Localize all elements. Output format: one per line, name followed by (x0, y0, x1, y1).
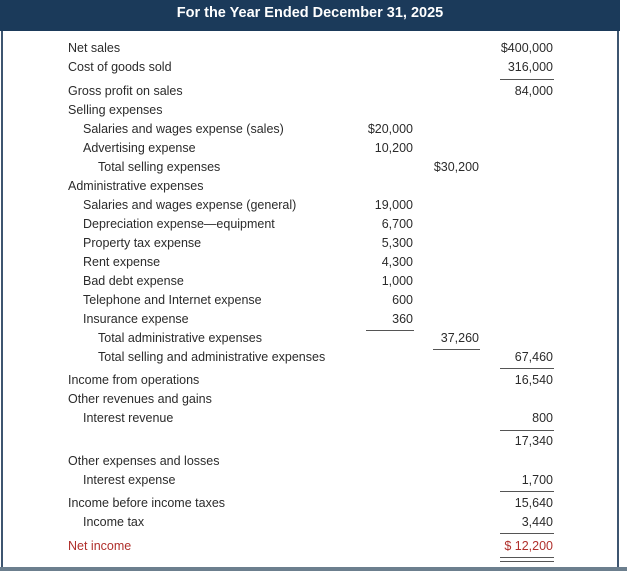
amount-col3: 1,700 (521, 473, 553, 487)
row-label: Gross profit on sales (68, 84, 183, 98)
amount-col3: 15,640 (514, 496, 553, 510)
amount-col1: 19,000 (374, 198, 413, 212)
amount-col1: 6,700 (381, 217, 413, 231)
row-sales-salaries: Salaries and wages expense (sales) $20,0… (0, 120, 620, 139)
row-admin-expenses: Administrative expenses (0, 177, 620, 196)
row-net-income: Net income $ 12,200 (0, 537, 620, 556)
row-label: Salaries and wages expense (general) (83, 198, 297, 212)
row-other-revenues: Other revenues and gains (0, 390, 620, 409)
amount-col1: 360 (392, 312, 413, 326)
row-cogs: Cost of goods sold 316,000 (0, 58, 620, 77)
row-income-tax: Income tax 3,440 (0, 513, 620, 532)
bottom-border (0, 567, 627, 571)
amount-col3: 16,540 (514, 373, 553, 387)
subtotal-rule (500, 491, 554, 492)
amount-col1: 600 (392, 293, 413, 307)
row-total-admin: Total administrative expenses 37,260 (0, 329, 620, 348)
row-property-tax: Property tax expense 5,300 (0, 234, 620, 253)
row-rent: Rent expense 4,300 (0, 253, 620, 272)
row-label: Other expenses and losses (68, 454, 220, 468)
subtotal-rule (500, 533, 554, 534)
row-label: Net sales (68, 41, 121, 55)
row-label: Telephone and Internet expense (83, 293, 262, 307)
row-label: Selling expenses (68, 103, 163, 117)
row-label: Cost of goods sold (68, 60, 172, 74)
amount-col1: 10,200 (374, 141, 413, 155)
row-income-operations: Income from operations 16,540 (0, 371, 620, 390)
subtotal-rule (500, 430, 554, 431)
subtotal-rule (500, 79, 554, 80)
amount-col3: 67,460 (514, 350, 553, 364)
row-label: Insurance expense (83, 312, 189, 326)
row-label: Other revenues and gains (68, 392, 212, 406)
row-label: Bad debt expense (83, 274, 184, 288)
amount-col2: $30,200 (433, 160, 479, 174)
amount-col3: 3,440 (521, 515, 553, 529)
row-interest-expense: Interest expense 1,700 (0, 471, 620, 490)
subtotal-rule (500, 368, 554, 369)
row-label: Net income (68, 539, 132, 553)
row-selling-expenses: Selling expenses (0, 101, 620, 120)
amount-col3: $ 12,200 (504, 539, 553, 553)
row-label: Income before income taxes (68, 496, 226, 510)
double-underline (500, 557, 554, 562)
row-depreciation: Depreciation expense—equipment 6,700 (0, 215, 620, 234)
row-label: Advertising expense (83, 141, 196, 155)
amount-col1: 1,000 (381, 274, 413, 288)
row-label: Property tax expense (83, 236, 202, 250)
period-title: For the Year Ended December 31, 2025 (176, 5, 444, 21)
row-label: Administrative expenses (68, 179, 204, 193)
row-total-sell-admin: Total selling and administrative expense… (0, 348, 620, 367)
row-label: Total administrative expenses (98, 331, 262, 345)
row-other-expenses: Other expenses and losses (0, 452, 620, 471)
statement-header: For the Year Ended December 31, 2025 (0, 0, 620, 31)
row-subtotal-after-revenue: 17,340 (0, 432, 620, 451)
row-label: Income tax (83, 515, 145, 529)
row-bad-debt: Bad debt expense 1,000 (0, 272, 620, 291)
row-net-sales: Net sales $400,000 (0, 39, 620, 58)
amount-col1: 5,300 (381, 236, 413, 250)
row-income-before-tax: Income before income taxes 15,640 (0, 494, 620, 513)
amount-col2: 37,260 (440, 331, 479, 345)
row-label: Interest expense (83, 473, 176, 487)
amount-col3: 84,000 (514, 84, 553, 98)
row-gross-profit: Gross profit on sales 84,000 (0, 82, 620, 101)
row-label: Depreciation expense—equipment (83, 217, 275, 231)
row-telephone: Telephone and Internet expense 600 (0, 291, 620, 310)
row-interest-revenue: Interest revenue 800 (0, 409, 620, 428)
row-general-salaries: Salaries and wages expense (general) 19,… (0, 196, 620, 215)
row-insurance: Insurance expense 360 (0, 310, 620, 329)
row-total-selling: Total selling expenses $30,200 (0, 158, 620, 177)
row-label: Salaries and wages expense (sales) (83, 122, 284, 136)
row-label: Rent expense (83, 255, 161, 269)
row-label: Total selling and administrative expense… (98, 350, 326, 364)
amount-col3: $400,000 (500, 41, 553, 55)
amount-col3: 316,000 (507, 60, 553, 74)
row-advertising: Advertising expense 10,200 (0, 139, 620, 158)
amount-col3: 800 (532, 411, 553, 425)
row-label: Total selling expenses (98, 160, 221, 174)
amount-col1: $20,000 (367, 122, 413, 136)
row-label: Interest revenue (83, 411, 174, 425)
amount-col3: 17,340 (514, 434, 553, 448)
row-label: Income from operations (68, 373, 200, 387)
amount-col1: 4,300 (381, 255, 413, 269)
